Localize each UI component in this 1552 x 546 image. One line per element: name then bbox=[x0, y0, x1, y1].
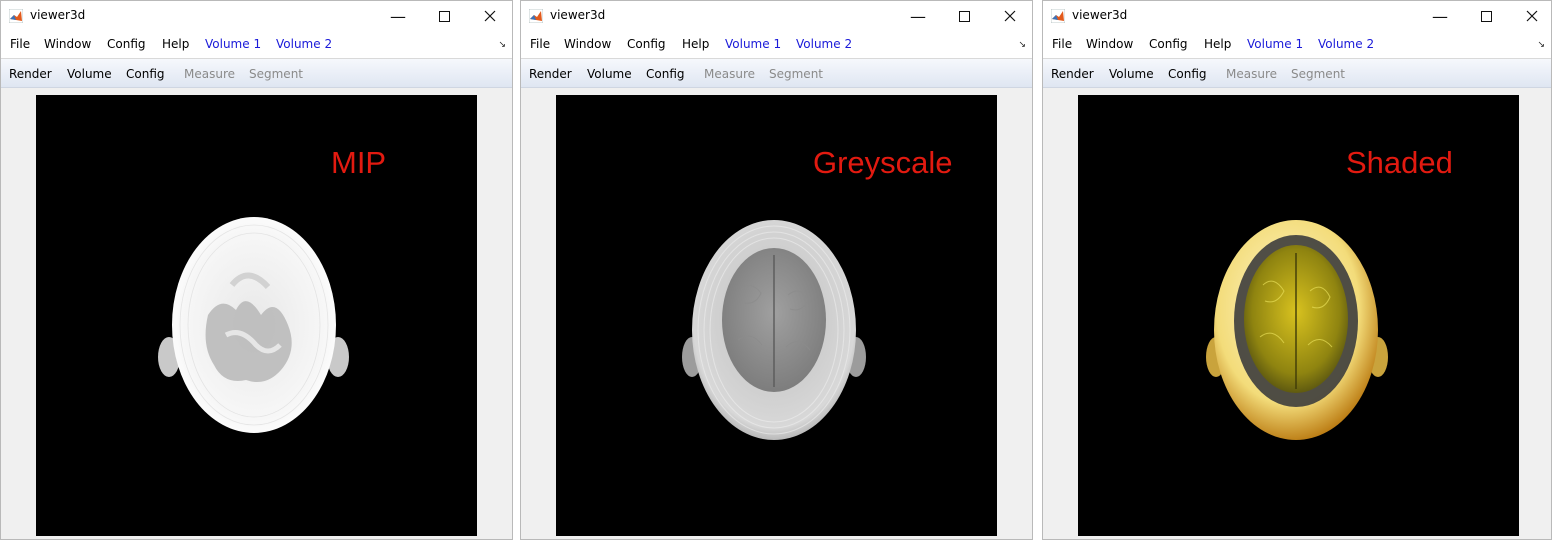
maximize-button[interactable] bbox=[941, 1, 987, 31]
menu-file[interactable]: File bbox=[10, 37, 30, 51]
title-bar[interactable]: viewer3d — bbox=[1, 1, 512, 31]
close-button[interactable] bbox=[987, 1, 1033, 31]
render-viewport[interactable]: MIP bbox=[36, 95, 477, 536]
tool-config[interactable]: Config bbox=[1168, 67, 1207, 81]
minimize-icon: — bbox=[910, 6, 926, 26]
minimize-button[interactable]: — bbox=[895, 1, 941, 31]
matlab-icon bbox=[1051, 9, 1065, 23]
render-mode-label: Shaded bbox=[1346, 145, 1453, 180]
tool-render[interactable]: Render bbox=[529, 67, 572, 81]
tool-segment: Segment bbox=[249, 67, 303, 81]
menu-file[interactable]: File bbox=[1052, 37, 1072, 51]
menu-config[interactable]: Config bbox=[627, 37, 666, 51]
menu-volume-1[interactable]: Volume 1 bbox=[1247, 37, 1303, 51]
close-button[interactable] bbox=[467, 1, 513, 31]
menu-volume-2[interactable]: Volume 2 bbox=[796, 37, 852, 51]
tool-segment: Segment bbox=[1291, 67, 1345, 81]
menu-bar: File Window Config Help Volume 1 Volume … bbox=[1, 31, 512, 59]
window-title: viewer3d bbox=[550, 8, 606, 22]
maximize-icon bbox=[1480, 10, 1492, 22]
menu-config[interactable]: Config bbox=[1149, 37, 1188, 51]
menu-help[interactable]: Help bbox=[162, 37, 189, 51]
menu-volume-1[interactable]: Volume 1 bbox=[205, 37, 261, 51]
tool-render[interactable]: Render bbox=[9, 67, 52, 81]
maximize-button[interactable] bbox=[1463, 1, 1509, 31]
title-bar[interactable]: viewer3d — bbox=[521, 1, 1032, 31]
close-icon bbox=[484, 10, 496, 22]
viewer-window-1: viewer3d — File Window Config Help Volum… bbox=[0, 0, 513, 540]
tool-render[interactable]: Render bbox=[1051, 67, 1094, 81]
menu-window[interactable]: Window bbox=[1086, 37, 1133, 51]
menu-window[interactable]: Window bbox=[564, 37, 611, 51]
minimize-button[interactable]: — bbox=[1417, 1, 1463, 31]
menu-bar: File Window Config Help Volume 1 Volume … bbox=[521, 31, 1032, 59]
minimize-button[interactable]: — bbox=[375, 1, 421, 31]
close-button[interactable] bbox=[1509, 1, 1552, 31]
tool-segment: Segment bbox=[769, 67, 823, 81]
tool-config[interactable]: Config bbox=[646, 67, 685, 81]
tool-volume[interactable]: Volume bbox=[67, 67, 112, 81]
title-bar[interactable]: viewer3d — bbox=[1043, 1, 1551, 31]
viewer-window-2: viewer3d — File Window Config Help Volum… bbox=[520, 0, 1033, 540]
close-icon bbox=[1526, 10, 1538, 22]
tool-volume[interactable]: Volume bbox=[1109, 67, 1154, 81]
menu-arrow-icon[interactable]: ↘ bbox=[1537, 40, 1545, 50]
render-viewport[interactable]: Greyscale bbox=[556, 95, 997, 536]
menu-file[interactable]: File bbox=[530, 37, 550, 51]
maximize-icon bbox=[958, 10, 970, 22]
matlab-icon bbox=[9, 9, 23, 23]
render-viewport[interactable]: Shaded bbox=[1078, 95, 1519, 536]
toolbar: Render Volume Config Measure Segment bbox=[521, 59, 1032, 88]
menu-help[interactable]: Help bbox=[682, 37, 709, 51]
maximize-icon bbox=[438, 10, 450, 22]
tool-measure: Measure bbox=[184, 67, 235, 81]
menu-volume-2[interactable]: Volume 2 bbox=[1318, 37, 1374, 51]
menu-help[interactable]: Help bbox=[1204, 37, 1231, 51]
menu-volume-1[interactable]: Volume 1 bbox=[725, 37, 781, 51]
maximize-button[interactable] bbox=[421, 1, 467, 31]
window-title: viewer3d bbox=[1072, 8, 1128, 22]
minimize-icon: — bbox=[1432, 6, 1448, 26]
tool-config[interactable]: Config bbox=[126, 67, 165, 81]
viewer-window-3: viewer3d — File Window Config Help Volum… bbox=[1042, 0, 1552, 540]
close-icon bbox=[1004, 10, 1016, 22]
tool-measure: Measure bbox=[704, 67, 755, 81]
window-title: viewer3d bbox=[30, 8, 86, 22]
render-mode-label: MIP bbox=[331, 145, 387, 180]
menu-arrow-icon[interactable]: ↘ bbox=[498, 40, 506, 50]
minimize-icon: — bbox=[390, 6, 406, 26]
brain-detail bbox=[205, 301, 292, 383]
menu-bar: File Window Config Help Volume 1 Volume … bbox=[1043, 31, 1551, 59]
head-render-mip bbox=[158, 217, 349, 433]
menu-volume-2[interactable]: Volume 2 bbox=[276, 37, 332, 51]
toolbar: Render Volume Config Measure Segment bbox=[1, 59, 512, 88]
toolbar: Render Volume Config Measure Segment bbox=[1043, 59, 1551, 88]
matlab-icon bbox=[529, 9, 543, 23]
menu-window[interactable]: Window bbox=[44, 37, 91, 51]
render-mode-label: Greyscale bbox=[813, 145, 953, 180]
tool-measure: Measure bbox=[1226, 67, 1277, 81]
tool-volume[interactable]: Volume bbox=[587, 67, 632, 81]
menu-config[interactable]: Config bbox=[107, 37, 146, 51]
menu-arrow-icon[interactable]: ↘ bbox=[1018, 40, 1026, 50]
